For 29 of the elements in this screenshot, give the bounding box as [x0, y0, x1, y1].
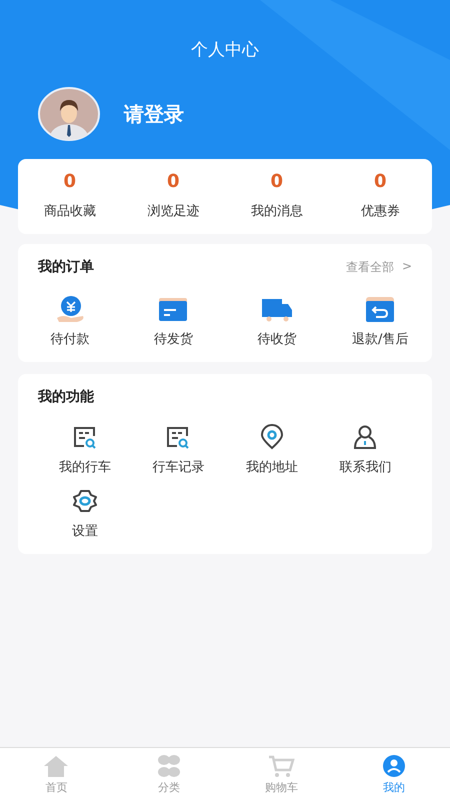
- chevron-icon: >: [402, 258, 412, 276]
- location-pin-icon[interactable]: [258, 424, 285, 450]
- function-label[interactable]: 行车记录: [152, 458, 204, 476]
- stat-count: 0: [63, 171, 76, 192]
- page-title: 个人中心: [191, 39, 259, 61]
- cart-icon: [267, 754, 296, 778]
- home-icon: [42, 754, 70, 778]
- stat-count: 0: [270, 171, 284, 192]
- document-search-icon[interactable]: [72, 424, 98, 450]
- function-label[interactable]: 我的行车: [58, 458, 111, 476]
- stat-count: 0: [374, 171, 387, 192]
- document-search-icon[interactable]: [165, 424, 192, 450]
- order-status-label[interactable]: 待付款: [50, 330, 90, 348]
- section-title: 我的功能: [38, 388, 95, 406]
- person-icon[interactable]: [352, 424, 378, 450]
- order-status-label[interactable]: 待收货: [257, 330, 296, 348]
- stat-count: 0: [166, 171, 180, 192]
- stat-label[interactable]: 商品收藏: [44, 202, 96, 220]
- avatar-icon: [38, 87, 100, 141]
- stat-label[interactable]: 浏览足迹: [147, 202, 200, 220]
- section-title: 我的订单: [38, 258, 94, 276]
- stat-label[interactable]: 优惠券: [360, 202, 400, 220]
- function-label[interactable]: 联系我们: [339, 458, 392, 476]
- function-label[interactable]: 我的地址: [246, 458, 298, 476]
- order-status-label[interactable]: 待发货: [154, 330, 193, 348]
- order-status-label[interactable]: 退款/售后: [352, 330, 408, 348]
- settings-icon[interactable]: [72, 488, 98, 514]
- function-label[interactable]: 设置: [72, 522, 98, 540]
- stat-label[interactable]: 我的消息: [250, 202, 303, 220]
